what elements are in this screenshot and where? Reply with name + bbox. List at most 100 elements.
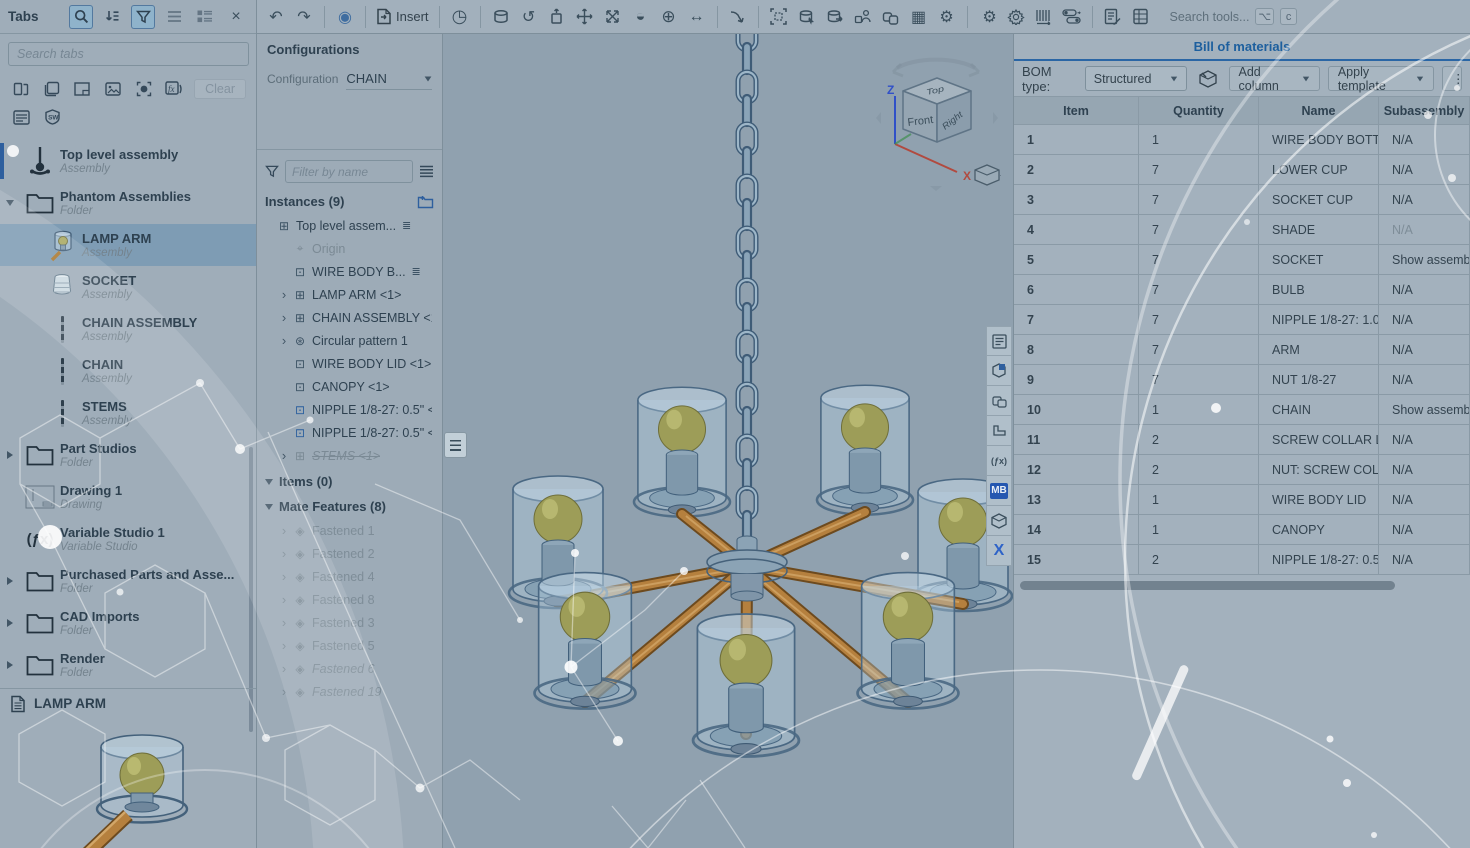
chevron-right-icon[interactable]: › [277, 638, 291, 653]
bom-row[interactable]: 5 7 SOCKET Show assembly [1014, 245, 1470, 275]
list-view-icon[interactable] [162, 5, 186, 29]
chevron-right-icon[interactable]: › [277, 448, 291, 463]
tab-folder-phantom-assemblies[interactable]: Phantom AssembliesFolder [0, 182, 256, 224]
tab-chain[interactable]: CHAINAssembly [0, 350, 256, 392]
named-views-button[interactable] [1128, 4, 1154, 30]
tab-socket[interactable]: SOCKETAssembly [0, 266, 256, 308]
tab-folder-purchased-parts[interactable]: Purchased Parts and Asse...Folder [0, 560, 256, 602]
mate-button[interactable] [488, 4, 514, 30]
instance-row[interactable]: ⊡ NIPPLE 1/8-27: 0.5" <3> [257, 398, 442, 421]
filter-solidworks-icon[interactable]: SW [41, 106, 63, 128]
bom-row[interactable]: 1 1 WIRE BODY BOTTOM N/A [1014, 125, 1470, 155]
pattern-button[interactable]: ▦ [906, 4, 932, 30]
bom-button[interactable] [1100, 4, 1126, 30]
chevron-right-icon[interactable]: › [277, 546, 291, 561]
chevron-down-icon[interactable] [265, 479, 273, 485]
bom-row[interactable]: 8 7 ARM N/A [1014, 335, 1470, 365]
bom-row[interactable]: 15 2 NIPPLE 1/8-27: 0.5" N/A [1014, 545, 1470, 575]
revolute-mate-button[interactable]: ↺ [516, 4, 542, 30]
bom-row[interactable]: 2 7 LOWER CUP N/A [1014, 155, 1470, 185]
section-view-button[interactable] [1031, 4, 1057, 30]
panel-flyout-handle[interactable] [444, 432, 467, 458]
tab-stems[interactable]: STEMSAssembly [0, 392, 256, 434]
mb-app-tab[interactable]: MB [986, 476, 1012, 506]
tab-drawing-1[interactable]: Drawing 1Drawing [0, 476, 256, 518]
tab-top-level-assembly[interactable]: Top level assemblyAssembly [0, 140, 256, 182]
transfer-part-button[interactable] [822, 4, 848, 30]
redo-button[interactable]: ↷ [291, 4, 317, 30]
chevron-down-icon[interactable] [6, 200, 14, 206]
mate-feature-row[interactable]: › ◈ Fastened 6 [257, 657, 442, 680]
bom-col-item[interactable]: Item [1014, 97, 1139, 125]
close-panel-icon[interactable]: × [224, 5, 248, 29]
snap-mode-button[interactable] [725, 4, 751, 30]
replicate-button[interactable] [878, 4, 904, 30]
chevron-right-icon[interactable]: › [277, 661, 291, 676]
instance-row[interactable]: ⊡ CANOPY <1> [257, 375, 442, 398]
chevron-right-icon[interactable]: › [277, 569, 291, 584]
mate-feature-row[interactable]: › ◈ Fastened 4 [257, 565, 442, 588]
variables-panel-tab[interactable]: (ƒx) [986, 446, 1012, 476]
x-app-tab[interactable]: X [986, 536, 1012, 566]
bom-row[interactable]: 13 1 WIRE BODY LID N/A [1014, 485, 1470, 515]
simulation-button[interactable] [1003, 4, 1029, 30]
bom-row[interactable]: 4 7 SHADE N/A [1014, 215, 1470, 245]
detail-list-view-icon[interactable] [193, 5, 217, 29]
mate-feature-row[interactable]: › ◈ Fastened 1 [257, 519, 442, 542]
filter-render-icon[interactable] [133, 78, 155, 100]
instance-row[interactable]: ⊡ WIRE BODY B... ≣ [257, 260, 442, 283]
add-folder-icon[interactable] [417, 195, 434, 209]
mate-connector-button[interactable]: ⊕ [656, 4, 682, 30]
parts-panel-tab[interactable] [986, 386, 1012, 416]
tab-chain-assembly[interactable]: CHAIN ASSEMBLYAssembly [0, 308, 256, 350]
mate-feature-row[interactable]: › ◈ Fastened 19 [257, 680, 442, 703]
mate-feature-row[interactable]: › ◈ Fastened 3 [257, 611, 442, 634]
chevron-right-icon[interactable]: › [277, 592, 291, 607]
insert-button[interactable]: Insert [373, 4, 432, 30]
display-toggle-button[interactable] [1059, 4, 1085, 30]
apply-template-button[interactable]: Apply template [1328, 66, 1434, 91]
list-options-icon[interactable] [419, 165, 434, 178]
instance-row[interactable]: ⊡ NIPPLE 1/8-27: 0.5" <4> [257, 421, 442, 444]
chevron-right-icon[interactable] [7, 661, 13, 669]
bom-isolate-icon[interactable] [1195, 66, 1221, 92]
instance-row[interactable]: › ⊛ Circular pattern 1 [257, 329, 442, 352]
edit-in-context-button[interactable] [794, 4, 820, 30]
add-column-button[interactable]: Add column [1229, 66, 1320, 91]
view-cube[interactable]: Top Front Right Z X [875, 42, 1001, 194]
undo-button[interactable]: ↶ [263, 4, 289, 30]
clear-filters-button[interactable]: Clear [194, 79, 246, 99]
view-menu-button[interactable] [975, 165, 1001, 185]
filter-variable-studio-icon[interactable]: fx [163, 78, 185, 100]
bom-row[interactable]: 11 2 SCREW COLLAR L... N/A [1014, 425, 1470, 455]
mate-features-header[interactable]: Mate Features (8) [257, 494, 442, 519]
filter-drawing-icon[interactable] [71, 78, 93, 100]
tab-variable-studio-1[interactable]: (ƒx) Variable Studio 1Variable Studio [0, 518, 256, 560]
chevron-right-icon[interactable]: › [277, 684, 291, 699]
tab-folder-part-studios[interactable]: Part StudiosFolder [0, 434, 256, 476]
translate-button[interactable] [572, 4, 598, 30]
chevron-right-icon[interactable]: › [277, 615, 291, 630]
appearance-panel-tab[interactable] [986, 356, 1012, 386]
filter-by-name-input[interactable] [285, 160, 413, 183]
instance-row[interactable]: ⌖ Origin [257, 237, 442, 260]
cube-app-tab[interactable] [986, 506, 1012, 536]
search-tabs-input[interactable] [8, 42, 249, 66]
bom-row[interactable]: 3 7 SOCKET CUP N/A [1014, 185, 1470, 215]
3d-viewport[interactable]: Top Front Right Z X [443, 34, 1013, 848]
measure-width-button[interactable]: ↔ [684, 4, 710, 30]
sort-tabs-icon[interactable] [100, 5, 124, 29]
bom-row[interactable]: 14 1 CANOPY N/A [1014, 515, 1470, 545]
bom-col-quantity[interactable]: Quantity [1139, 97, 1259, 125]
bom-row[interactable]: 10 1 CHAIN Show assembly [1014, 395, 1470, 425]
filter-tabs-icon[interactable] [131, 5, 155, 29]
chevron-right-icon[interactable] [7, 619, 13, 627]
filter-documents-icon[interactable] [10, 78, 32, 100]
bom-col-name[interactable]: Name [1259, 97, 1379, 125]
chevron-right-icon[interactable]: › [277, 523, 291, 538]
bom-type-select[interactable]: Structured [1085, 66, 1187, 91]
bom-row[interactable]: 9 7 NUT 1/8-27 N/A [1014, 365, 1470, 395]
filter-part-studio-icon[interactable] [41, 78, 63, 100]
bom-row[interactable]: 12 2 NUT: SCREW COLL... N/A [1014, 455, 1470, 485]
gear-relation-button[interactable]: ⚙ [934, 4, 960, 30]
